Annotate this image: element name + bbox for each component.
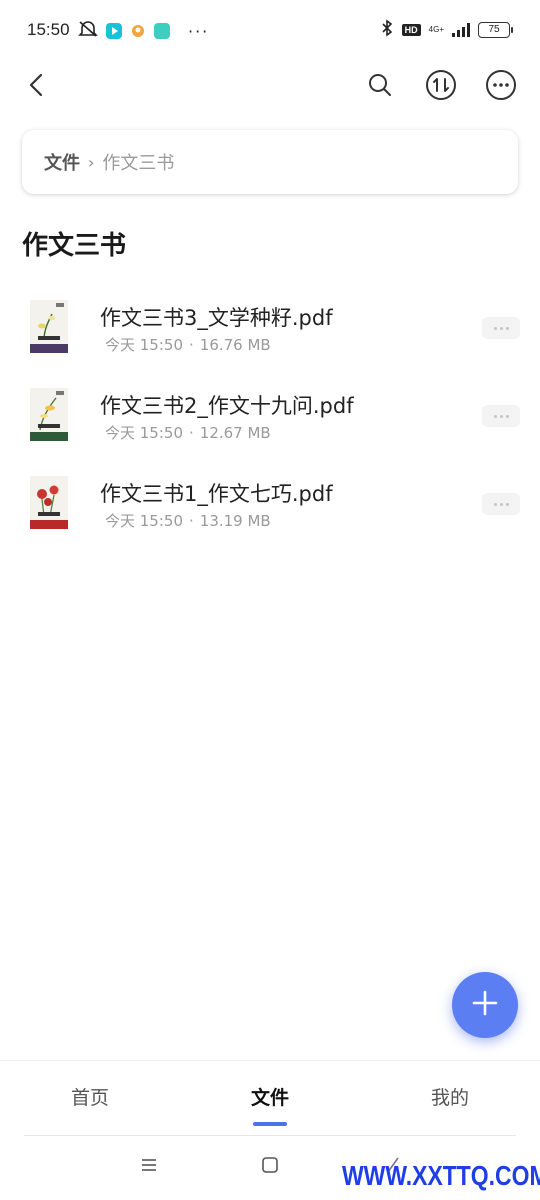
file-more-button[interactable] xyxy=(482,405,520,427)
file-name: 作文三书1_作文七巧.pdf xyxy=(100,482,333,506)
file-meta: 今天 15:50 · 16.76 MB xyxy=(105,334,271,355)
file-list: 作文三书3_文学种籽.pdf 今天 15:50 · 16.76 MB 作文三书2_作… xyxy=(0,288,540,552)
hd-badge: HD xyxy=(401,24,421,36)
search-button[interactable] xyxy=(364,71,396,103)
add-button[interactable] xyxy=(452,972,518,1038)
file-meta: 今天 15:50 · 13.19 MB xyxy=(105,510,271,531)
status-more-dots: ··· xyxy=(188,21,210,41)
mute-icon xyxy=(78,20,98,42)
page-title: 作文三书 xyxy=(22,231,127,261)
status-time: 15:50 xyxy=(27,20,70,39)
bottom-nav: 首页 文件 我的 xyxy=(0,1060,540,1137)
battery-icon: 75 xyxy=(478,22,513,38)
browser-app-icon xyxy=(154,23,170,39)
file-row[interactable]: 作文三书2_作文十九问.pdf 今天 15:50 · 12.67 MB xyxy=(0,376,540,464)
tab-files[interactable]: 文件 xyxy=(251,1083,289,1110)
status-bar: 15:50 ··· HD 4G+ 75 xyxy=(0,0,540,62)
file-row[interactable]: 作文三书1_作文七巧.pdf 今天 15:50 · 13.19 MB xyxy=(0,464,540,552)
breadcrumb-separator: › xyxy=(88,152,95,172)
home-icon xyxy=(261,1156,279,1178)
menu-icon xyxy=(140,1157,158,1177)
tab-home[interactable]: 首页 xyxy=(71,1083,109,1110)
book-cover-thumbnail xyxy=(30,476,68,529)
file-more-button[interactable] xyxy=(482,493,520,515)
video-app-icon xyxy=(106,23,122,39)
breadcrumb-current: 作文三书 xyxy=(102,153,175,174)
sort-icon xyxy=(425,69,457,105)
meta-separator: · xyxy=(189,424,194,442)
book-cover-thumbnail xyxy=(30,388,68,441)
divider xyxy=(24,1135,516,1136)
file-size: 13.19 MB xyxy=(199,512,271,530)
status-left-icons: ··· xyxy=(78,20,209,42)
file-name: 作文三书3_文学种籽.pdf xyxy=(100,306,333,330)
file-size: 12.67 MB xyxy=(199,424,271,442)
sort-button[interactable] xyxy=(425,69,457,105)
book-cover-thumbnail xyxy=(30,300,68,353)
file-more-button[interactable] xyxy=(482,317,520,339)
signal-icon xyxy=(452,23,470,37)
file-name: 作文三书2_作文十九问.pdf xyxy=(100,394,354,418)
tab-mine[interactable]: 我的 xyxy=(431,1083,469,1110)
file-row[interactable]: 作文三书3_文学种籽.pdf 今天 15:50 · 16.76 MB xyxy=(0,288,540,376)
bluetooth-icon xyxy=(380,19,394,41)
more-options-button[interactable] xyxy=(485,69,517,105)
toolbar xyxy=(0,62,540,112)
recents-button[interactable] xyxy=(136,1154,162,1180)
file-date: 今天 15:50 xyxy=(105,424,183,442)
active-tab-indicator xyxy=(253,1122,287,1126)
meta-separator: · xyxy=(189,512,194,530)
more-icon xyxy=(485,69,517,105)
notification-app-icon xyxy=(130,23,146,39)
breadcrumb-root[interactable]: 文件 xyxy=(44,149,80,175)
home-button[interactable] xyxy=(257,1154,283,1180)
search-icon xyxy=(366,71,394,103)
back-button[interactable] xyxy=(20,71,52,103)
meta-separator: · xyxy=(189,336,194,354)
back-icon xyxy=(26,72,46,102)
file-date: 今天 15:50 xyxy=(105,336,183,354)
file-date: 今天 15:50 xyxy=(105,512,183,530)
network-type: 4G+ xyxy=(428,25,444,34)
breadcrumb: 文件 › 作文三书 xyxy=(22,130,518,194)
watermark: WWW.XXTTQ.COM xyxy=(342,1160,540,1191)
file-size: 16.76 MB xyxy=(199,336,271,354)
status-right-icons: HD 4G+ 75 xyxy=(380,19,513,41)
plus-icon xyxy=(471,989,499,1021)
file-meta: 今天 15:50 · 12.67 MB xyxy=(105,422,271,443)
